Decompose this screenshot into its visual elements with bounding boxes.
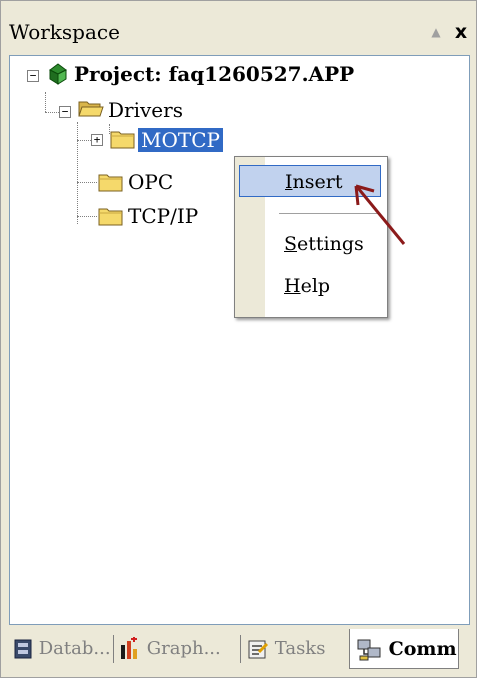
tree-line <box>77 216 97 217</box>
tasks-icon <box>248 640 269 659</box>
menu-item-help-label: elp <box>300 275 331 297</box>
context-menu: Insert Settings Help <box>234 156 388 318</box>
project-collapse-toggle[interactable]: − <box>27 70 39 82</box>
tree-line <box>77 182 97 183</box>
menu-item-insert[interactable]: Insert <box>239 165 381 197</box>
menu-item-settings-mnemonic: S <box>284 233 298 255</box>
open-folder-icon <box>78 101 104 117</box>
tree-item-opc[interactable]: OPC <box>128 169 173 195</box>
tree-line <box>45 92 46 112</box>
menu-item-help[interactable]: Help <box>239 270 381 302</box>
menu-item-insert-label: nsert <box>292 171 343 193</box>
tab-divider <box>240 635 241 663</box>
menu-item-help-mnemonic: H <box>284 275 301 297</box>
workspace-panel: Workspace ▲ x − Project: faq1260527.APP … <box>0 0 477 678</box>
tree-item-drivers[interactable]: Drivers <box>108 97 183 123</box>
workspace-tabs: Datab... Graph... Tasks Comm <box>9 629 470 671</box>
tree-item-motcp[interactable]: MOTCP <box>138 127 223 153</box>
tree-view: − Project: faq1260527.APP − Drivers + MO… <box>9 55 470 625</box>
tab-graph[interactable]: Graph... <box>119 629 229 669</box>
comm-icon <box>357 639 381 661</box>
tree-item-project[interactable]: Project: faq1260527.APP <box>74 61 354 87</box>
tab-database-label: Datab... <box>38 638 111 659</box>
tab-comm[interactable]: Comm <box>349 629 459 669</box>
pin-icon[interactable]: ▲ <box>426 17 446 47</box>
drivers-collapse-toggle[interactable]: − <box>59 106 71 118</box>
tab-database[interactable]: Datab... <box>13 629 111 669</box>
folder-icon <box>98 208 123 226</box>
title-bar: Workspace ▲ x <box>5 17 473 47</box>
database-icon <box>14 639 32 659</box>
tab-tasks[interactable]: Tasks <box>247 629 339 669</box>
menu-item-insert-mnemonic: I <box>285 171 293 193</box>
menu-item-settings[interactable]: Settings <box>239 228 381 260</box>
tree-item-motcp-label: MOTCP <box>138 128 223 152</box>
folder-icon <box>98 174 123 192</box>
tab-divider <box>113 635 114 663</box>
tab-comm-label: Comm <box>388 638 457 660</box>
menu-separator <box>279 213 379 214</box>
tab-tasks-label: Tasks <box>274 638 326 659</box>
close-icon[interactable]: x <box>451 17 471 47</box>
tab-graph-label: Graph... <box>146 638 221 659</box>
project-icon <box>49 63 67 85</box>
tree-item-tcpip[interactable]: TCP/IP <box>128 203 198 229</box>
folder-icon <box>110 131 135 149</box>
tree-line <box>77 122 78 224</box>
graph-icon <box>121 637 137 659</box>
menu-item-settings-label: ettings <box>297 233 364 255</box>
panel-title: Workspace <box>9 20 120 44</box>
motcp-expand-toggle[interactable]: + <box>91 134 103 146</box>
